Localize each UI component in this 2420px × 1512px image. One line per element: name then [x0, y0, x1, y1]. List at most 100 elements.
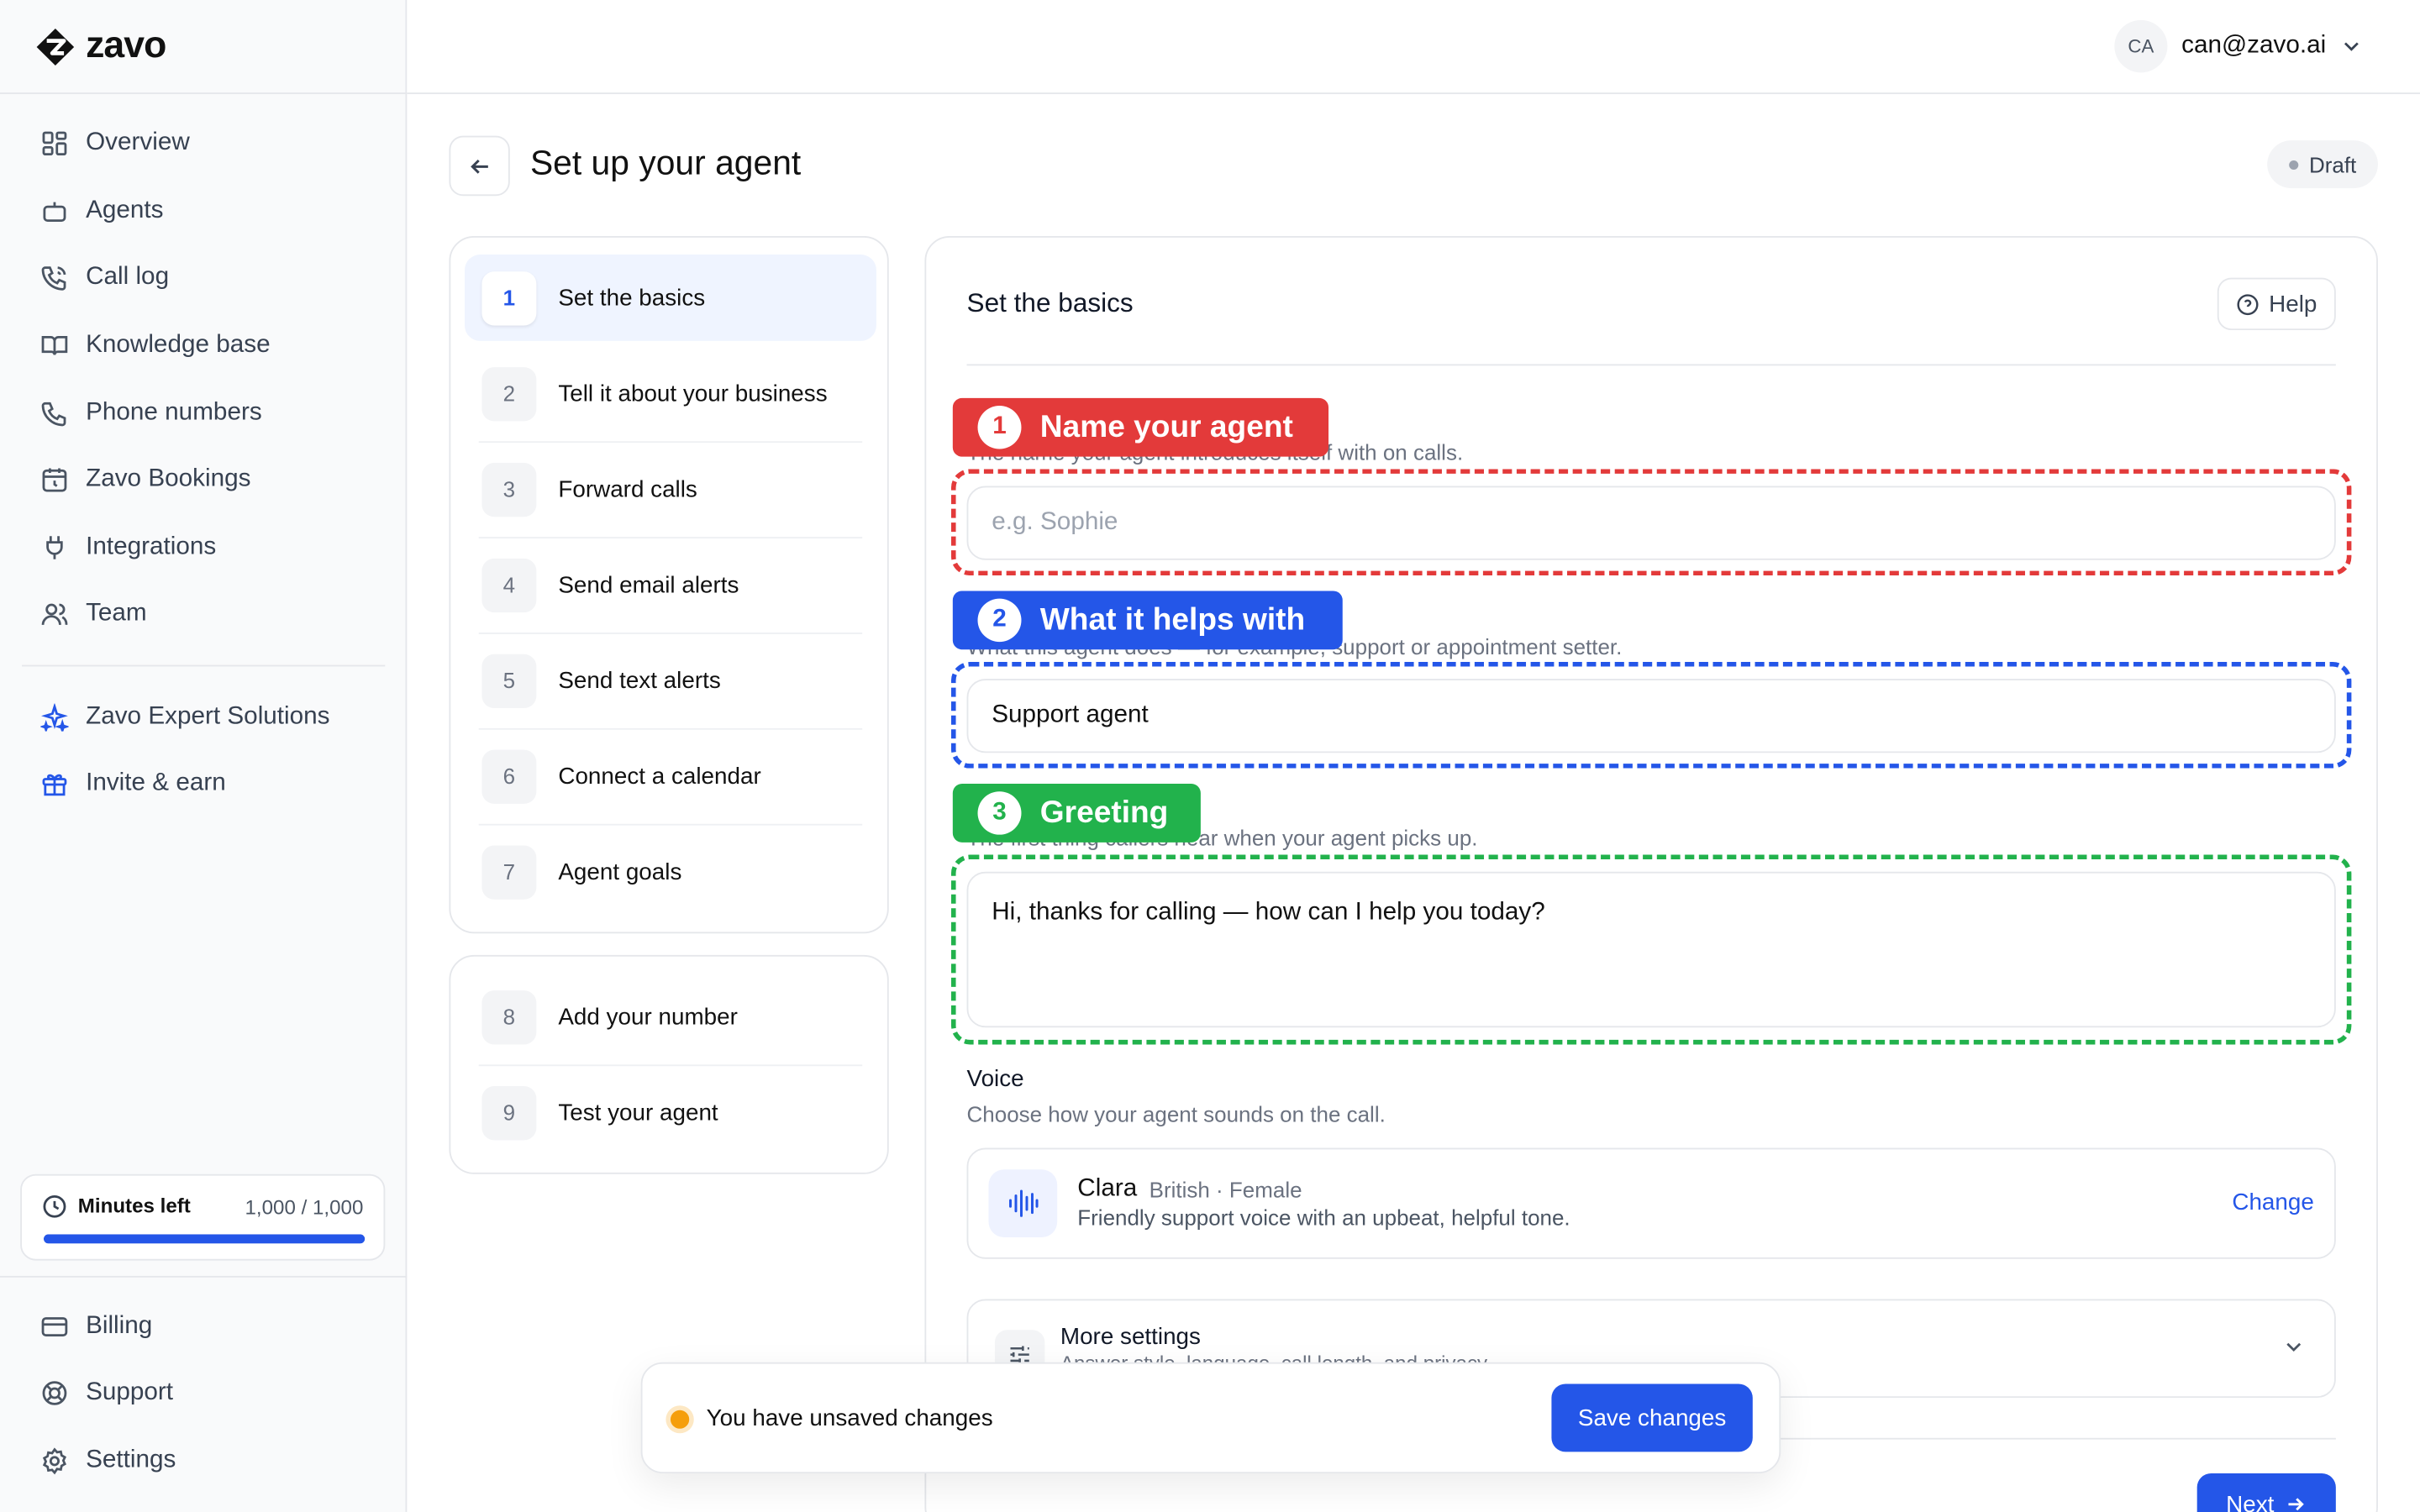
step-number: 7 [481, 844, 537, 899]
step-6[interactable]: 6 Connect a calendar [465, 732, 876, 819]
nav-label: Phone numbers [86, 399, 262, 426]
step-label: Add your number [558, 1003, 738, 1030]
step-number: 4 [481, 557, 537, 612]
warning-dot [670, 1410, 690, 1429]
step-2[interactable]: 2 Tell it about your business [465, 350, 876, 437]
step-1[interactable]: 1 Set the basics [464, 255, 876, 341]
nav-label: Billing [86, 1313, 153, 1340]
annotation-badge-greeting: 3 Greeting [952, 784, 1201, 843]
step-9[interactable]: 9 Test your agent [465, 1069, 876, 1156]
chevron-down-icon [2286, 1342, 2302, 1352]
nav-phone-numbers[interactable]: Phone numbers [22, 386, 385, 441]
step-number: 9 [481, 1085, 537, 1140]
steps-list: 1 Set the basics 2 Tell it about your bu… [449, 236, 889, 934]
badge-label: Name your agent [1039, 409, 1293, 444]
status-label: Draft [2308, 151, 2357, 177]
step-5[interactable]: 5 Send text alerts [465, 638, 876, 724]
steps-list-launch: 8 Add your number 9 Test your agent [449, 954, 889, 1174]
step-label: Test your agent [558, 1099, 718, 1126]
nav-settings[interactable]: Settings [22, 1433, 385, 1488]
back-button[interactable] [449, 135, 510, 197]
nav-label: Agents [86, 197, 164, 224]
status-dot [2288, 160, 2298, 170]
minutes-progress-fill [43, 1234, 366, 1244]
divider [478, 1064, 863, 1067]
voice-label: Voice [966, 1066, 1024, 1093]
nav-billing[interactable]: Billing [22, 1299, 385, 1355]
next-label: Next [2226, 1491, 2275, 1512]
avatar[interactable]: CA [2114, 19, 2168, 73]
nav-overview[interactable]: Overview [22, 116, 385, 171]
next-button[interactable]: Next [2196, 1473, 2336, 1512]
phone-icon [41, 402, 66, 427]
phone-log-icon [41, 266, 66, 291]
step-number: 8 [481, 990, 537, 1044]
plug-icon [46, 536, 63, 559]
greeting-textarea[interactable]: Hi, thanks for calling — how can I help … [966, 871, 2336, 1028]
minutes-label: Minutes left [77, 1194, 191, 1218]
step-4[interactable]: 4 Send email alerts [465, 542, 876, 628]
calendar-icon [42, 468, 67, 492]
nav-label: Settings [86, 1446, 176, 1474]
nav-invite-earn[interactable]: Invite & earn [22, 756, 385, 811]
divider [0, 92, 408, 95]
voice-description: Friendly support voice with an upbeat, h… [1077, 1205, 1570, 1230]
help-button[interactable]: Help [2217, 277, 2336, 331]
nav-support[interactable]: Support [22, 1365, 385, 1420]
divider [966, 364, 2336, 366]
step-label: Send email alerts [558, 571, 739, 598]
nav-agents[interactable]: Agents [22, 184, 385, 239]
agent-name-input[interactable] [966, 486, 2336, 560]
arrow-left-icon [470, 159, 487, 173]
nav-label: Zavo Expert Solutions [86, 703, 330, 730]
nav-label: Invite & earn [86, 769, 226, 796]
arrow-right-icon [2289, 1498, 2305, 1511]
step-number: 2 [481, 366, 537, 421]
step-8[interactable]: 8 Add your number [465, 974, 876, 1060]
nav-label: Zavo Bookings [86, 465, 251, 492]
nav-zavo-expert-solutions[interactable]: Zavo Expert Solutions [22, 690, 385, 745]
unsaved-changes-bar: You have unsaved changes Save changes [640, 1362, 1781, 1474]
step-7[interactable]: 7 Agent goals [465, 828, 876, 915]
divider [0, 1275, 408, 1278]
minutes-value: 1,000 / 1,000 [245, 1195, 364, 1219]
minutes-left-widget: Minutes left 1,000 / 1,000 [20, 1173, 386, 1261]
badge-number: 2 [977, 598, 1022, 643]
divider [21, 664, 386, 667]
sparkles-icon [40, 703, 69, 732]
step-number: 1 [481, 270, 537, 325]
save-changes-button[interactable]: Save changes [1551, 1383, 1753, 1452]
nav-label: Knowledge base [86, 331, 271, 359]
minutes-progress-bar [43, 1234, 366, 1244]
step-number: 5 [481, 653, 537, 708]
divider [478, 633, 863, 634]
chevron-down-icon[interactable] [2339, 34, 2365, 58]
help-circle-icon [2237, 293, 2259, 315]
nav-team[interactable]: Team [22, 586, 385, 642]
more-settings-title: More settings [1060, 1323, 1201, 1351]
voice-name: Clara [1077, 1175, 1138, 1202]
step-label: Tell it about your business [558, 380, 828, 407]
nav-label: Support [86, 1379, 174, 1406]
voice-selector: Clara British · Female Friendly support … [966, 1147, 2336, 1259]
page-title: Set up your agent [529, 143, 802, 182]
book-icon [41, 335, 68, 355]
agent-role-input[interactable] [966, 679, 2336, 753]
step-3[interactable]: 3 Forward calls [465, 446, 876, 533]
nav-zavo-bookings[interactable]: Zavo Bookings [22, 452, 385, 507]
form-title: Set the basics [966, 288, 1134, 318]
logo[interactable]: zavo [34, 24, 166, 67]
users-icon [41, 603, 68, 626]
user-email[interactable]: can@zavo.ai [2181, 33, 2326, 60]
status-badge: Draft [2267, 140, 2378, 189]
annotation-badge-name: 1 Name your agent [952, 397, 1329, 457]
lifebuoy-icon [42, 1381, 67, 1405]
nav-label: Integrations [86, 533, 217, 560]
nav-integrations[interactable]: Integrations [22, 520, 385, 575]
nav-knowledge-base[interactable]: Knowledge base [22, 318, 385, 373]
brand-name: zavo [86, 24, 166, 66]
step-label: Agent goals [558, 858, 682, 885]
change-voice-link[interactable]: Change [2232, 1189, 2314, 1215]
nav-call-log[interactable]: Call log [22, 250, 385, 306]
divider [478, 537, 863, 539]
